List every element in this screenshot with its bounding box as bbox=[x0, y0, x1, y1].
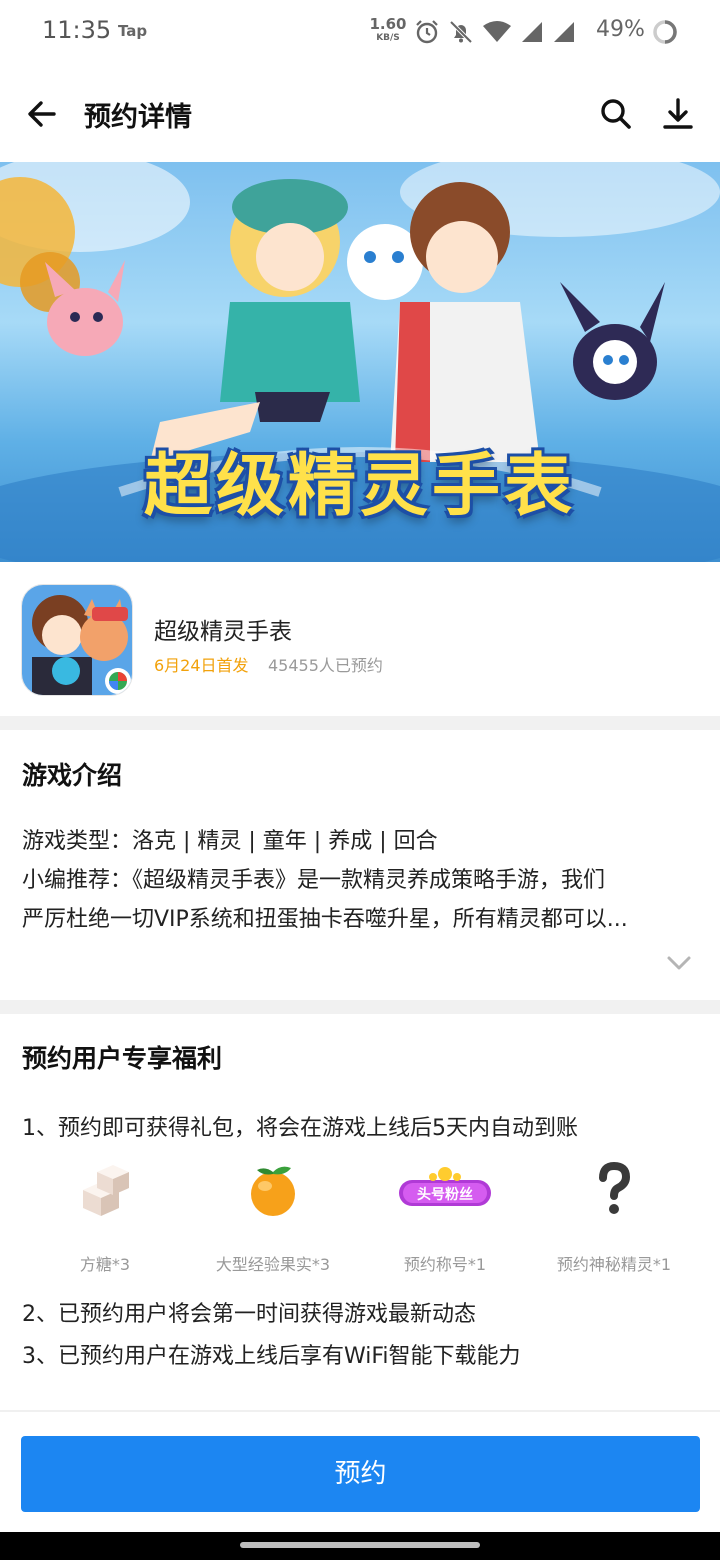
release-date: 6月24日首发 bbox=[154, 656, 249, 675]
battery-ring-icon bbox=[653, 20, 677, 44]
network-speed: 1.60 KB/S bbox=[368, 17, 408, 43]
orange-fruit-icon bbox=[251, 1166, 295, 1216]
benefit-item-3: 3、已预约用户在游戏上线后享有WiFi智能下载能力 bbox=[22, 1344, 521, 1369]
page-title: 预约详情 bbox=[84, 102, 192, 133]
status-bar: 11:35 Tap 1.60 KB/S 49% bbox=[0, 0, 720, 64]
gift-label: 预约称号*1 bbox=[403, 1255, 487, 1274]
gift-label: 预约神秘精灵*1 bbox=[556, 1255, 672, 1274]
intro-heading: 游戏介绍 bbox=[22, 761, 123, 790]
intro-line: 小编推荐：《超级精灵手表》是一款精灵养成策略手游，我们 bbox=[22, 868, 606, 893]
app-icon[interactable] bbox=[21, 584, 133, 696]
app-name: 超级精灵手表 bbox=[154, 619, 292, 645]
game-banner[interactable]: 超级精灵手表 bbox=[0, 162, 720, 562]
reservation-count: 45455人已预约 bbox=[268, 656, 383, 675]
wifi-icon bbox=[483, 21, 511, 42]
download-icon[interactable] bbox=[658, 94, 698, 134]
status-icons bbox=[414, 18, 576, 46]
benefits-heading: 预约用户专享福利 bbox=[22, 1044, 223, 1073]
title-badge-text: 头号粉丝 bbox=[417, 1186, 473, 1203]
signal-icon bbox=[554, 22, 574, 42]
app-icon-artwork bbox=[22, 585, 132, 695]
app-info-card: 超级精灵手表 6月24日首发 45455人已预约 bbox=[0, 562, 720, 716]
section-divider bbox=[0, 1000, 720, 1014]
benefit-item-1: 1、预约即可获得礼包，将会在游戏上线后5天内自动到账 bbox=[22, 1116, 578, 1141]
chevron-down-icon[interactable] bbox=[666, 954, 692, 972]
intro-line: 严厉杜绝一切VIP系统和扭蛋抽卡吞噬升星，所有精灵都可以... bbox=[22, 907, 628, 932]
alarm-icon bbox=[416, 20, 438, 44]
banner-logo-text: 超级精灵手表 bbox=[143, 447, 576, 526]
section-divider bbox=[0, 716, 720, 730]
battery-percent: 49% bbox=[596, 17, 645, 42]
gift-label: 方糖*3 bbox=[79, 1255, 131, 1274]
title-badge-icon: 头号粉丝 bbox=[399, 1167, 491, 1206]
network-speed-unit: KB/S bbox=[376, 33, 400, 43]
gift-mystery-spirit bbox=[528, 1160, 700, 1220]
benefit-item-2: 2、已预约用户将会第一时间获得游戏最新动态 bbox=[22, 1302, 476, 1327]
status-time: 11:35 bbox=[42, 16, 112, 44]
sugar-cube-icon bbox=[83, 1165, 129, 1216]
status-app-label: Tap bbox=[118, 22, 148, 40]
signal-icon bbox=[522, 22, 542, 42]
gift-exp-fruit bbox=[187, 1160, 359, 1220]
question-mark-icon bbox=[599, 1161, 631, 1214]
network-speed-value: 1.60 bbox=[369, 15, 407, 33]
intro-text: 游戏类型：洛克 | 精灵 | 童年 | 养成 | 回合 小编推荐：《超级精灵手表… bbox=[22, 822, 694, 939]
intro-line: 游戏类型：洛克 | 精灵 | 童年 | 养成 | 回合 bbox=[22, 829, 438, 854]
gift-title: 头号粉丝 bbox=[359, 1160, 531, 1220]
bottom-action-bar: 预约 bbox=[0, 1410, 720, 1532]
search-icon[interactable] bbox=[596, 94, 636, 134]
bell-off-icon bbox=[449, 20, 473, 44]
home-indicator[interactable] bbox=[240, 1542, 480, 1548]
top-app-bar: 预约详情 bbox=[0, 64, 720, 162]
back-arrow-icon[interactable] bbox=[22, 94, 62, 134]
gift-sugar bbox=[19, 1160, 191, 1220]
gift-label: 大型经验果实*3 bbox=[215, 1255, 331, 1274]
reserve-button[interactable]: 预约 bbox=[21, 1436, 700, 1512]
